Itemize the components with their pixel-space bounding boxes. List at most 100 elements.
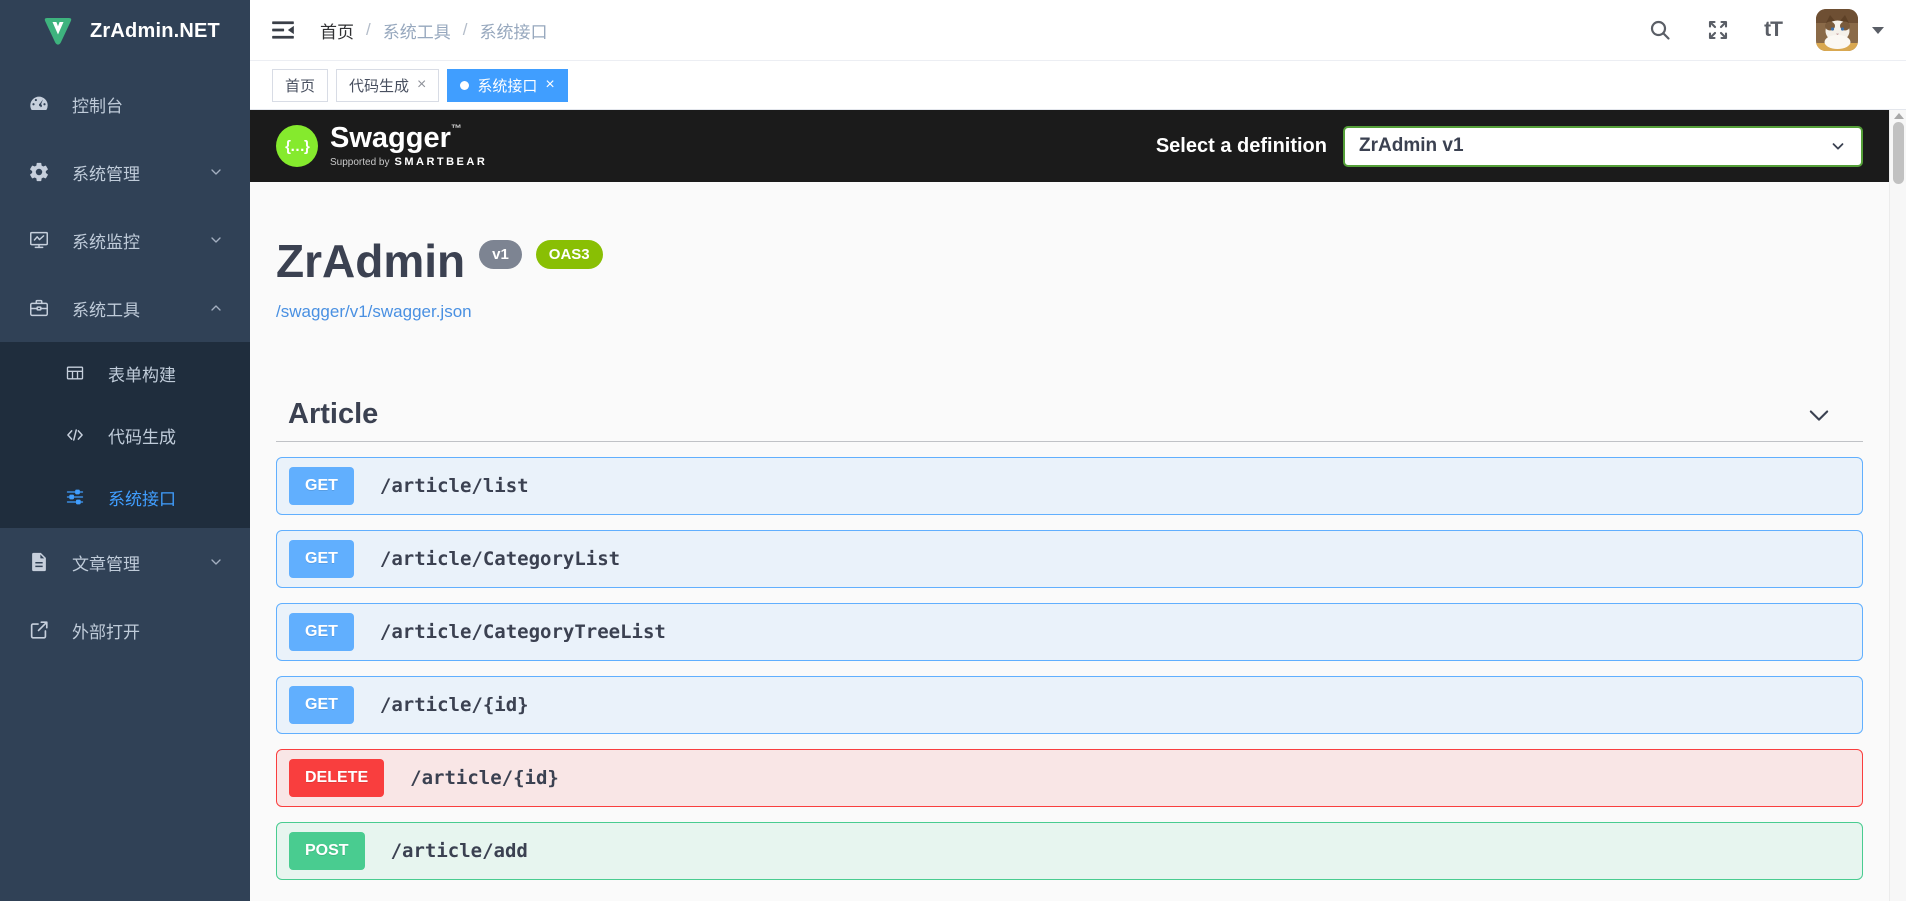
sidebar-item-external-open[interactable]: 外部打开 (0, 596, 250, 664)
api-tag-section-article: Article GET /article/list GET /article/C… (276, 398, 1863, 880)
endpoint-path: /article/{id} (379, 694, 529, 716)
sliders-icon (64, 486, 86, 508)
navbar-actions: tT (1648, 9, 1884, 51)
sidebar-item-article-admin[interactable]: 文章管理 (0, 528, 250, 596)
sidebar-item-label: 表单构建 (108, 365, 176, 385)
sidebar-item-code-generator[interactable]: 代码生成 (0, 404, 250, 466)
endpoint-path: /article/CategoryList (379, 548, 621, 570)
tab-system-api[interactable]: 系统接口 × (447, 68, 568, 102)
breadcrumb: 首页 / 系统工具 / 系统接口 (320, 18, 1648, 43)
close-icon[interactable]: × (545, 77, 554, 93)
endpoint-row-get-article-by-id[interactable]: GET /article/{id} (276, 676, 1863, 734)
section-title: Article (288, 398, 379, 430)
oas3-badge: OAS3 (535, 240, 603, 269)
swagger-topbar: {…} Swagger™ Supported by SMARTBEAR Sele… (250, 110, 1889, 182)
swagger-brand-name: Swagger™ (330, 122, 462, 154)
endpoint-row-post-article-add[interactable]: POST /article/add (276, 822, 1863, 880)
sidebar: ZrAdmin.NET 控制台 系统管理 系统监控 系统工具 表单构建 代码生成… (0, 0, 250, 901)
sidebar-item-system-api[interactable]: 系统接口 (0, 466, 250, 528)
tab-label: 系统接口 (477, 77, 538, 95)
sidebar-item-label: 代码生成 (108, 427, 176, 447)
avatar[interactable] (1816, 9, 1858, 51)
external-link-icon (28, 619, 50, 641)
scrollbar-thumb[interactable] (1893, 122, 1904, 184)
sidebar-item-label: 系统工具 (72, 300, 140, 320)
tab-code-generator[interactable]: 代码生成 × (336, 68, 440, 102)
tab-label: 首页 (285, 77, 316, 95)
sidebar-item-label: 系统监控 (72, 232, 140, 252)
sidebar-item-system-admin[interactable]: 系统管理 (0, 138, 250, 206)
smartbear-text: SMARTBEAR (394, 156, 488, 168)
endpoint-row-get-category-list[interactable]: GET /article/CategoryList (276, 530, 1863, 588)
sidebar-submenu-system-tools: 表单构建 代码生成 系统接口 (0, 342, 250, 528)
main-area: 首页 / 系统工具 / 系统接口 tT 首页 代码生成 × 系统接口 × {…}… (250, 0, 1906, 901)
scrollbar[interactable] (1889, 110, 1906, 901)
monitor-icon (28, 229, 50, 251)
sidebar-item-system-monitor[interactable]: 系统监控 (0, 206, 250, 274)
close-icon[interactable]: × (417, 77, 426, 93)
swagger-logo-icon: {…} (276, 125, 318, 167)
search-icon[interactable] (1648, 18, 1672, 42)
chevron-down-icon (208, 164, 224, 180)
section-header[interactable]: Article (276, 398, 1863, 442)
fullscreen-icon[interactable] (1706, 18, 1730, 42)
endpoint-row-get-article-list[interactable]: GET /article/list (276, 457, 1863, 515)
sidebar-item-label: 外部打开 (72, 622, 140, 642)
swagger-logo-glyph: {…} (285, 137, 310, 155)
chevron-down-icon (1829, 137, 1847, 155)
trademark: ™ (450, 123, 462, 135)
tab-label: 代码生成 (349, 77, 410, 95)
chevron-up-icon (208, 300, 224, 316)
sidebar-item-label: 系统管理 (72, 164, 140, 184)
code-icon (64, 424, 86, 446)
active-tab-dot (460, 80, 470, 90)
swagger-frame: {…} Swagger™ Supported by SMARTBEAR Sele… (250, 110, 1906, 901)
swagger-supported-by: Supported by SMARTBEAR (330, 156, 487, 168)
api-title: ZrAdmin (276, 235, 466, 287)
endpoint-row-delete-article-by-id[interactable]: DELETE /article/{id} (276, 749, 1863, 807)
breadcrumb-separator: / (462, 20, 468, 39)
swagger-logo: {…} Swagger™ Supported by SMARTBEAR (276, 124, 487, 168)
app-title: ZrAdmin.NET (90, 19, 220, 42)
breadcrumb-separator: / (366, 20, 371, 39)
spec-json-link[interactable]: /swagger/v1/swagger.json (276, 302, 472, 322)
endpoint-path: /article/list (379, 475, 529, 497)
table-icon (64, 362, 86, 384)
sidebar-collapse-icon[interactable] (270, 17, 296, 43)
sidebar-item-dashboard[interactable]: 控制台 (0, 70, 250, 138)
app-logo-icon (40, 13, 76, 49)
swagger-content: ZrAdmin v1 OAS3 /swagger/v1/swagger.json… (250, 182, 1889, 901)
tab-home[interactable]: 首页 (272, 68, 329, 102)
definition-select[interactable]: ZrAdmin v1 (1343, 125, 1863, 167)
toolbox-icon (28, 297, 50, 319)
supported-by-text: Supported by (330, 157, 390, 168)
sidebar-item-label: 文章管理 (72, 554, 140, 574)
method-badge: DELETE (289, 759, 385, 797)
tags-view-bar: 首页 代码生成 × 系统接口 × (250, 61, 1906, 110)
definition-select-label: Select a definition (1155, 134, 1327, 157)
chevron-down-icon[interactable] (1805, 401, 1833, 429)
breadcrumb-item-system-tools: 系统工具 (382, 22, 451, 42)
user-menu[interactable] (1816, 9, 1884, 51)
sidebar-item-system-tools[interactable]: 系统工具 (0, 274, 250, 342)
caret-down-icon (1872, 26, 1884, 34)
top-navbar: 首页 / 系统工具 / 系统接口 tT (250, 0, 1906, 61)
method-badge: GET (289, 613, 354, 651)
endpoint-row-get-category-tree-list[interactable]: GET /article/CategoryTreeList (276, 603, 1863, 661)
breadcrumb-item-home[interactable]: 首页 (320, 18, 354, 43)
text-size-glyph: tT (1764, 18, 1783, 41)
definition-select-value: ZrAdmin v1 (1359, 135, 1464, 156)
document-icon (28, 551, 50, 573)
endpoint-path: /article/add (390, 840, 528, 862)
scrollbar-up-arrow[interactable] (1894, 113, 1904, 119)
chevron-down-icon (208, 554, 224, 570)
method-badge: GET (289, 540, 354, 578)
text-size-icon[interactable]: tT (1764, 18, 1783, 42)
method-badge: GET (289, 686, 354, 724)
app-logo[interactable]: ZrAdmin.NET (0, 0, 250, 62)
app-layout: ZrAdmin.NET 控制台 系统管理 系统监控 系统工具 表单构建 代码生成… (0, 0, 1906, 901)
chevron-down-icon (208, 232, 224, 248)
sidebar-item-form-builder[interactable]: 表单构建 (0, 342, 250, 404)
gear-icon (28, 161, 50, 183)
sidebar-menu: 控制台 系统管理 系统监控 系统工具 表单构建 代码生成 系统接口 文章管理 外… (0, 62, 250, 664)
